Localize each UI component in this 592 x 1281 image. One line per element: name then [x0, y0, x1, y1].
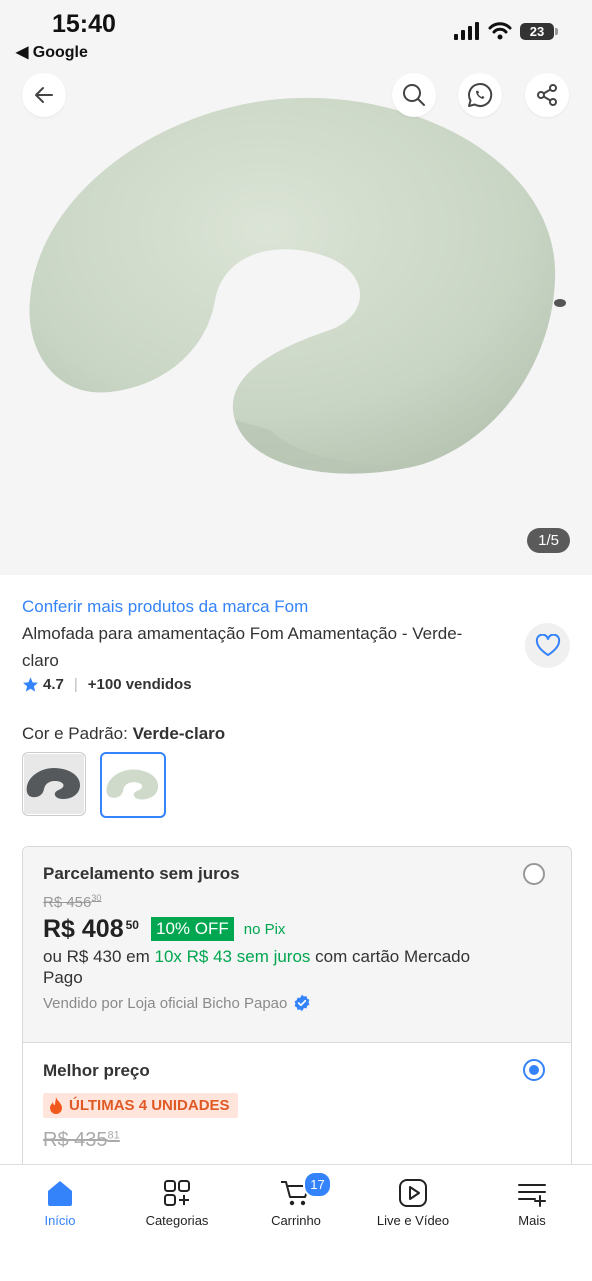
product-title: Almofada para amamentação Fom Amamentaçã…: [22, 624, 463, 670]
back-button[interactable]: [22, 73, 66, 117]
current-price: R$ 408 50: [43, 915, 139, 943]
verified-icon: [294, 994, 310, 1012]
swatch-image-gray: [24, 754, 84, 814]
product-image: [29, 97, 566, 474]
nav-home[interactable]: Início: [5, 1179, 115, 1228]
seller-text: Vendido por Loja oficial Bicho Papao: [43, 994, 288, 1012]
whatsapp-icon: [468, 82, 493, 107]
pix-label: no Pix: [243, 921, 286, 938]
arrow-left-icon: [35, 87, 53, 103]
last-units-badge: ÚLTIMAS 4 UNIDADES: [43, 1093, 238, 1118]
discount-badge: 10% OFF: [150, 917, 234, 941]
status-icons: 23: [454, 22, 558, 40]
wifi-icon: [488, 22, 512, 40]
rating-row[interactable]: 4.7 | +100 vendidos: [22, 676, 192, 693]
share-icon: [537, 84, 557, 106]
option-best-price-title: Melhor preço: [43, 1061, 150, 1080]
color-label: Cor e Padrão: Verde-claro: [22, 724, 226, 743]
nav-live-video[interactable]: Live e Vídeo: [358, 1179, 468, 1228]
back-to-google[interactable]: ◀ Google: [16, 42, 88, 62]
share-button[interactable]: [525, 73, 569, 117]
nav-more[interactable]: Mais: [477, 1179, 587, 1228]
search-icon: [403, 84, 425, 106]
color-swatch-light-green[interactable]: [100, 752, 166, 818]
old-price-2: R$ 43581: [43, 1129, 120, 1151]
swatch-image-light-green: [104, 756, 162, 814]
play-icon: [399, 1179, 427, 1207]
seller-info[interactable]: Vendido por Loja oficial Bicho Papao: [43, 994, 311, 1012]
favorite-button[interactable]: [525, 623, 570, 668]
heart-icon: [535, 633, 560, 656]
cart-count-badge: 17: [303, 1171, 332, 1198]
battery-icon: 23: [520, 22, 558, 40]
product-gallery[interactable]: 1/5: [0, 0, 592, 575]
search-button[interactable]: [392, 73, 436, 117]
image-counter: 1/5: [527, 528, 570, 553]
menu-icon: [518, 1184, 546, 1207]
color-swatch-gray[interactable]: [22, 752, 86, 816]
option-installments-radio[interactable]: [523, 863, 545, 885]
clock: 15:40: [52, 10, 116, 38]
signal-icon: [454, 22, 479, 40]
option-best-price-radio[interactable]: [523, 1059, 545, 1081]
nav-cart[interactable]: 17 Carrinho: [241, 1171, 351, 1228]
home-icon: [48, 1181, 72, 1206]
categories-icon: [164, 1180, 190, 1206]
status-bar: 15:40 ◀ Google 23: [0, 0, 592, 64]
bottom-nav: Início Categorias 17 Carrinho Live e Víd…: [0, 1164, 592, 1281]
color-value: Verde-claro: [132, 724, 226, 743]
nav-categories[interactable]: Categorias: [122, 1179, 232, 1228]
installment-text: ou R$ 430 em 10x R$ 43 sem juros com car…: [43, 947, 471, 987]
sold-count: +100 vendidos: [87, 676, 192, 693]
whatsapp-button[interactable]: [458, 73, 502, 117]
option-installments[interactable]: Parcelamento sem juros R$ 45630 R$ 408 50…: [23, 847, 571, 1043]
price-row: R$ 408 50 10% OFF no Pix: [43, 915, 285, 944]
divider: |: [73, 676, 78, 693]
star-icon: [23, 677, 38, 692]
flame-icon: [50, 1097, 62, 1114]
rating-value: 4.7: [43, 676, 64, 693]
brand-link[interactable]: Conferir mais produtos da marca Fom: [22, 597, 308, 617]
old-price: R$ 45630: [43, 893, 102, 911]
option-installments-title: Parcelamento sem juros: [43, 864, 240, 883]
